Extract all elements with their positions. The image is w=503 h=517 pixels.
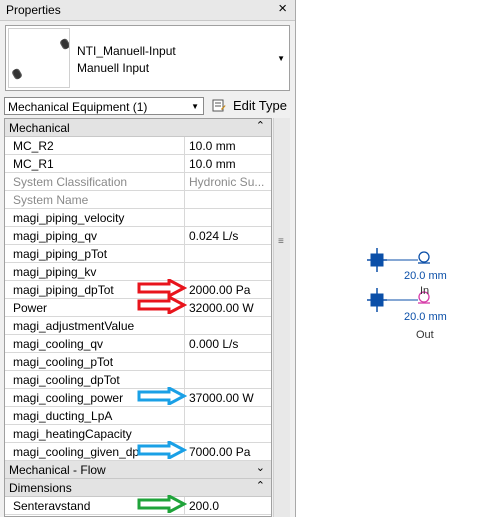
property-row[interactable]: MC_R2 10.0 mm xyxy=(5,137,271,155)
property-name: System Name xyxy=(13,193,89,207)
property-value[interactable]: 37000.00 W xyxy=(189,391,254,405)
property-name: magi_cooling_qv xyxy=(13,337,104,351)
close-icon[interactable]: × xyxy=(278,1,287,17)
edit-type-label: Edit Type xyxy=(233,98,287,113)
panel-title: Properties xyxy=(6,3,61,17)
collapse-icon[interactable]: ⌃ xyxy=(256,479,265,492)
edit-type-icon xyxy=(212,99,226,112)
property-name: magi_piping_dpTot xyxy=(13,283,114,297)
property-name: magi_cooling_pTot xyxy=(13,355,114,369)
property-name: magi_piping_qv xyxy=(13,229,98,243)
property-value[interactable]: 10.0 mm xyxy=(189,139,236,153)
expand-icon[interactable]: ⌄ xyxy=(256,461,265,474)
property-value[interactable]: 200.0 xyxy=(189,499,219,513)
group-mechanical[interactable]: Mechanical ⌃ xyxy=(5,119,271,137)
group-label: Mechanical - Flow xyxy=(9,463,106,477)
property-row[interactable]: magi_ducting_LpA xyxy=(5,407,271,425)
property-row[interactable]: magi_cooling_qv 0.000 L/s xyxy=(5,335,271,353)
connector2-size-label: 20.0 mm xyxy=(404,311,447,323)
property-value[interactable]: 0.024 L/s xyxy=(189,229,238,243)
red-arrow-icon xyxy=(137,279,187,297)
property-row: System Classification Hydronic Su... xyxy=(5,173,271,191)
property-name: magi_cooling_dpTot xyxy=(13,373,120,387)
instance-filter-select[interactable]: Mechanical Equipment (1) ▼ xyxy=(4,97,204,115)
property-row: System Name xyxy=(5,191,271,209)
properties-titlebar: Properties × xyxy=(0,0,295,21)
property-row[interactable]: magi_adjustmentValue xyxy=(5,317,271,335)
red-arrow-icon xyxy=(137,296,187,314)
group-mechanical-flow[interactable]: Mechanical - Flow ⌄ xyxy=(5,461,271,479)
property-name: magi_heatingCapacity xyxy=(13,427,132,441)
out-label: Out xyxy=(416,329,434,341)
property-name: magi_piping_pTot xyxy=(13,247,108,261)
property-name: System Classification xyxy=(13,175,128,189)
property-name: Senteravstand xyxy=(13,499,91,513)
collapse-icon[interactable]: ⌃ xyxy=(256,119,265,132)
type-thumbnail xyxy=(8,28,70,88)
property-name: magi_piping_velocity xyxy=(13,211,125,225)
chevron-down-icon[interactable]: ▼ xyxy=(191,102,199,111)
connector-1[interactable] xyxy=(367,248,430,272)
property-row[interactable]: magi_piping_qv 0.024 L/s xyxy=(5,227,271,245)
edit-type-button[interactable]: Edit Type xyxy=(212,96,292,116)
property-name: magi_adjustmentValue xyxy=(13,319,135,333)
blue-arrow-icon xyxy=(137,387,187,405)
connector1-size-label: 20.0 mm xyxy=(404,270,447,282)
property-name: MC_R1 xyxy=(13,157,54,171)
type-family-name: NTI_Manuell-Input xyxy=(77,44,176,58)
property-name: magi_piping_kv xyxy=(13,265,97,279)
property-name: magi_cooling_given_dp xyxy=(13,445,140,459)
property-row[interactable]: magi_piping_velocity xyxy=(5,209,271,227)
property-value[interactable]: 0.000 L/s xyxy=(189,337,238,351)
property-value: Hydronic Su... xyxy=(189,175,265,189)
property-value[interactable]: 7000.00 Pa xyxy=(189,445,250,459)
property-row[interactable]: magi_cooling_pTot xyxy=(5,353,271,371)
splitter-handle-icon[interactable]: ≡ xyxy=(278,236,284,247)
instance-filter-value: Mechanical Equipment (1) xyxy=(8,100,148,114)
property-name: Power xyxy=(13,301,48,315)
property-value[interactable]: 32000.00 W xyxy=(189,301,254,315)
type-name: Manuell Input xyxy=(77,61,150,75)
property-row[interactable]: MC_R1 10.0 mm xyxy=(5,155,271,173)
property-name: magi_ducting_LpA xyxy=(13,409,113,423)
in-label: In xyxy=(420,285,430,297)
property-value[interactable]: 2000.00 Pa xyxy=(189,283,250,297)
property-value[interactable]: 10.0 mm xyxy=(189,157,236,171)
group-label: Mechanical xyxy=(9,121,70,135)
blue-arrow-icon xyxy=(137,441,187,459)
property-row[interactable]: magi_piping_pTot xyxy=(5,245,271,263)
type-dropdown-icon[interactable]: ▼ xyxy=(277,54,285,63)
property-name: magi_cooling_power xyxy=(13,391,124,405)
properties-panel: Properties × NTI_Manuell-Input Manuell I… xyxy=(0,0,296,517)
group-label: Dimensions xyxy=(9,481,72,495)
type-selector[interactable]: NTI_Manuell-Input Manuell Input ▼ xyxy=(5,25,290,91)
property-name: MC_R2 xyxy=(13,139,54,153)
green-arrow-icon xyxy=(137,495,187,513)
cylinder-icon xyxy=(12,38,70,80)
vertical-scrollbar[interactable] xyxy=(273,118,290,517)
